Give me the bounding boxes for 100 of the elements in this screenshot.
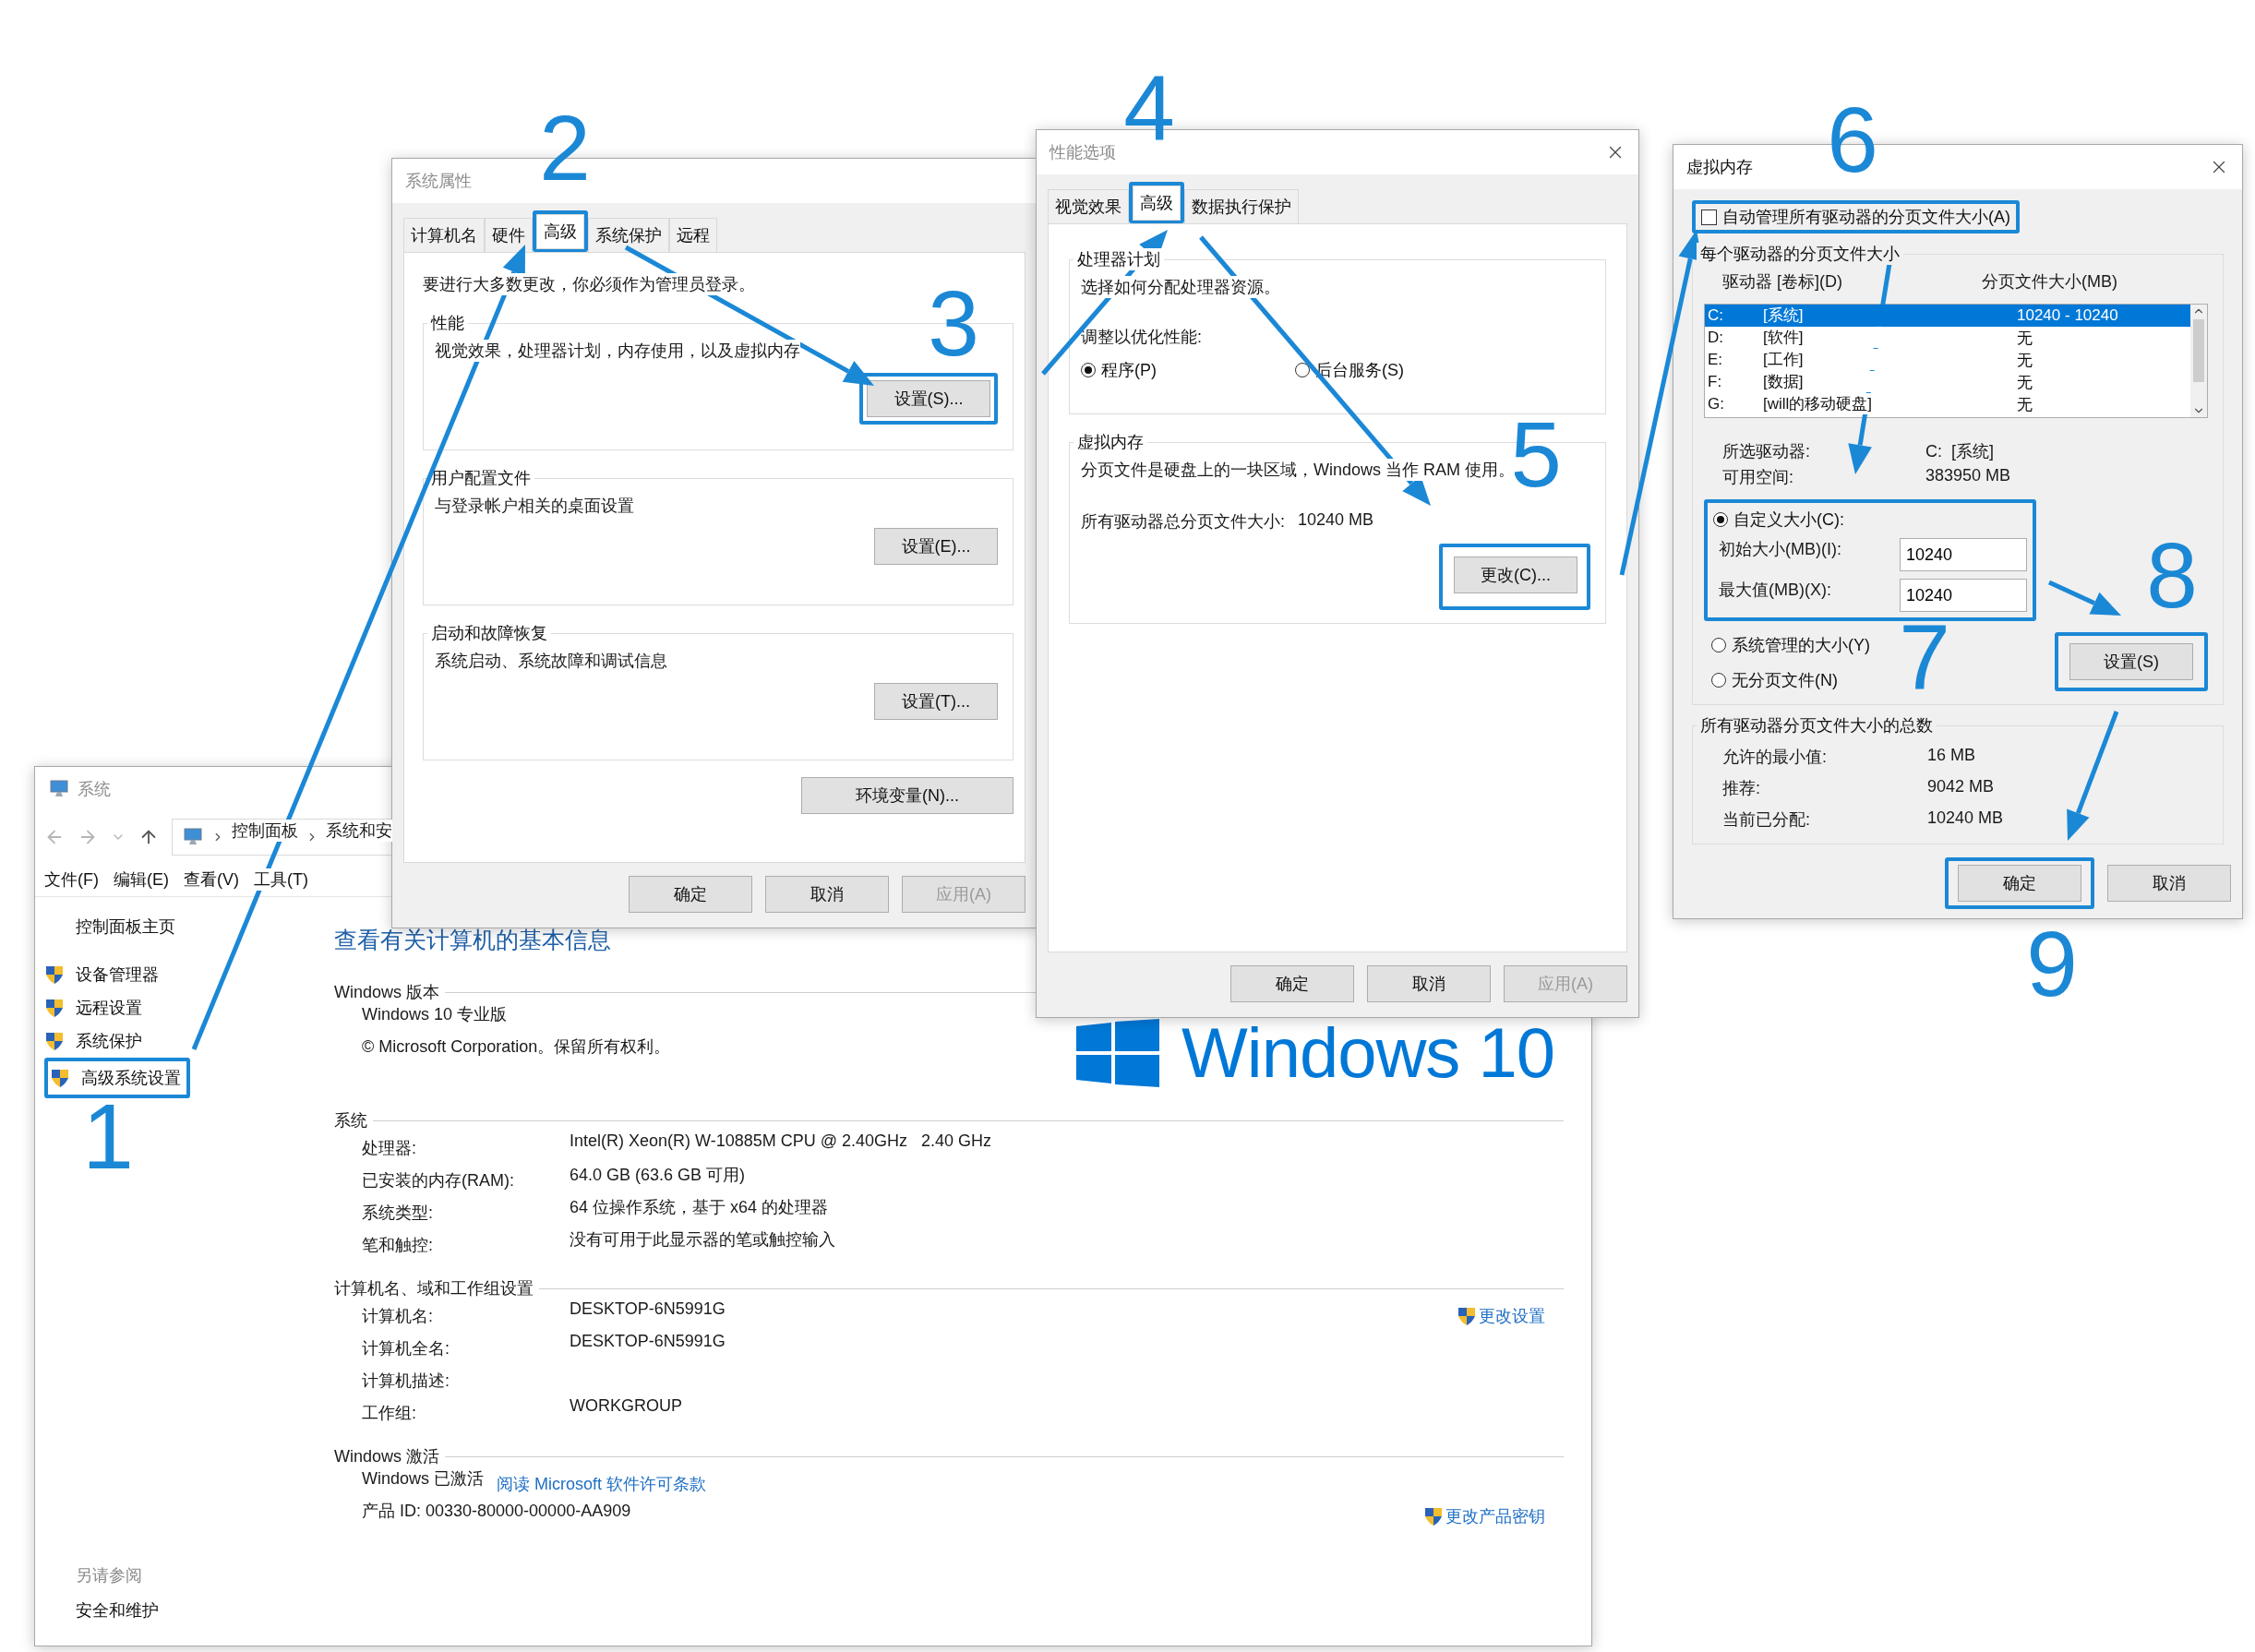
- settings-button[interactable]: 设置(S)...: [867, 380, 990, 417]
- column-header: 分页文件大小(MB): [1982, 271, 2118, 293]
- license-link[interactable]: 阅读 Microsoft 软件许可条款: [497, 1472, 707, 1495]
- shield-icon: [44, 997, 65, 1019]
- dialog-button[interactable]: 确定: [629, 876, 752, 913]
- windows-logo-text: Windows 10: [1181, 1012, 1554, 1093]
- group-title: 性能: [429, 313, 465, 334]
- breadcrumb-item[interactable]: 系统和安: [326, 820, 392, 842]
- field-value: 16 MB: [1927, 746, 1977, 765]
- section-title: 另请参阅: [76, 1565, 142, 1586]
- shield-icon: [50, 1067, 70, 1089]
- dialog-button[interactable]: 取消: [765, 876, 889, 913]
- column-header: 驱动器 [卷标](D): [1722, 271, 1843, 293]
- field-label: 所有驱动器总分页文件大小:: [1081, 511, 1286, 533]
- change-settings-link[interactable]: 更改产品密钥: [1423, 1504, 1545, 1527]
- drive-row[interactable]: C: [系统] 10240 - 10240: [1705, 305, 2190, 327]
- windows-logo-icon: [1076, 1018, 1160, 1087]
- window-title: 系统属性: [405, 171, 472, 192]
- radio-button[interactable]: 系统管理的大小(Y): [1711, 634, 1870, 656]
- field-label: 初始大小(MB)(I):: [1719, 539, 1841, 560]
- field-value: 64 位操作系统，基于 x64 的处理器: [570, 1197, 829, 1218]
- sidebar-link[interactable]: 设备管理器: [44, 958, 334, 991]
- group-description: 与登录帐户相关的桌面设置: [435, 495, 634, 517]
- environment-button[interactable]: 环境变量(N)...: [801, 777, 1014, 814]
- radio-button[interactable]: 无分页文件(N): [1711, 669, 1870, 691]
- field-label: 最大值(MB)(X):: [1719, 580, 1831, 601]
- step-number: 7: [1899, 611, 1950, 703]
- section-title: Windows 版本: [334, 982, 440, 1003]
- info-text: © Microsoft Corporation。保留所有权利。: [362, 1036, 671, 1058]
- dialog-button[interactable]: 取消: [1367, 965, 1491, 1002]
- tab[interactable]: 高级: [1133, 186, 1181, 221]
- computer-icon: [182, 828, 204, 846]
- menu-item[interactable]: 文件(F): [44, 868, 99, 891]
- set-button[interactable]: 设置(S): [2069, 643, 2193, 680]
- drive-letter: E:: [1708, 351, 1724, 369]
- input-field[interactable]: 10240: [1900, 579, 2027, 612]
- field-label: 允许的最小值:: [1722, 747, 1828, 768]
- computer-icon: [48, 780, 70, 798]
- window-title: 虚拟内存: [1686, 157, 1753, 178]
- section-title: Windows 激活: [334, 1446, 440, 1467]
- field-label: 笔和触控:: [362, 1234, 434, 1256]
- group-description: 系统启动、系统故障和调试信息: [435, 650, 667, 672]
- paging-size: 无: [2017, 372, 2033, 393]
- field-label: 当前已分配:: [1722, 809, 1811, 831]
- step-number: 3: [928, 277, 979, 369]
- paging-size: 10240 - 10240: [2017, 306, 2119, 325]
- section-title: 系统: [334, 1110, 367, 1131]
- sidebar-link[interactable]: 系统保护: [44, 1024, 334, 1058]
- window-title: 性能选项: [1050, 142, 1116, 163]
- sidebar-link[interactable]: 控制面板主页: [44, 916, 334, 938]
- shield-icon: [44, 1030, 65, 1052]
- field-value: 383950 MB: [1925, 466, 2012, 485]
- dialog-button[interactable]: 确定: [1958, 865, 2081, 902]
- paging-size: 无: [2017, 394, 2033, 415]
- group-title: 启动和故障恢复: [430, 623, 548, 644]
- shield-icon: [44, 964, 65, 986]
- tab[interactable]: 数据执行保护: [1184, 189, 1299, 224]
- page-heading: 查看有关计算机的基本信息: [334, 926, 612, 954]
- tab[interactable]: 系统保护: [588, 218, 669, 253]
- dialog-button[interactable]: 确定: [1230, 965, 1354, 1002]
- scrollbar[interactable]: [2190, 305, 2207, 417]
- change-settings-link[interactable]: 更改设置: [1457, 1304, 1545, 1327]
- paging-size: 无: [2017, 350, 2033, 371]
- step-number: 8: [2146, 529, 2198, 621]
- radio-button[interactable]: 程序(P): [1081, 359, 1157, 381]
- change-button[interactable]: 更改(C)...: [1454, 557, 1577, 593]
- tab[interactable]: 视觉效果: [1048, 189, 1129, 224]
- info-text: Windows 10 专业版: [362, 1004, 508, 1025]
- step-number: 6: [1827, 93, 1878, 186]
- option-label: 调整以优化性能:: [1081, 327, 1202, 348]
- field-label: 计算机描述:: [362, 1370, 450, 1392]
- settings-button[interactable]: 设置(T)...: [874, 683, 998, 720]
- field-label: 推荐:: [1722, 778, 1761, 799]
- field-label: 所选驱动器:: [1722, 441, 1811, 462]
- menu-item[interactable]: 编辑(E): [114, 868, 169, 891]
- menu-item[interactable]: 查看(V): [184, 868, 239, 891]
- menu-item[interactable]: 工具(T): [254, 868, 308, 891]
- tab[interactable]: 计算机名: [403, 218, 485, 253]
- step-number: 2: [539, 102, 591, 194]
- settings-button[interactable]: 设置(E)...: [874, 528, 998, 565]
- dialog-button[interactable]: 取消: [2107, 865, 2231, 902]
- tab[interactable]: 硬件: [485, 218, 533, 253]
- drive-letter: F:: [1708, 373, 1723, 391]
- tab[interactable]: 远程: [669, 218, 717, 253]
- sidebar-link[interactable]: 远程设置: [44, 991, 334, 1024]
- field-label: 工作组:: [362, 1402, 417, 1424]
- sidebar-link[interactable]: 安全和维护: [76, 1599, 334, 1622]
- radio-button[interactable]: 自定义大小(C):: [1713, 509, 2027, 531]
- field-label: 已安装的内存(RAM):: [362, 1169, 515, 1191]
- input-field[interactable]: 10240: [1900, 538, 2027, 571]
- drive-letter: C:: [1708, 306, 1724, 325]
- drive-letter: D:: [1708, 329, 1724, 347]
- tab[interactable]: 高级: [536, 214, 584, 249]
- field-label: 可用空间:: [1722, 467, 1794, 488]
- field-value: DESKTOP-6N5991G: [570, 1299, 726, 1319]
- checkbox[interactable]: 自动管理所有驱动器的分页文件大小(A): [1701, 206, 2010, 228]
- field-label: 系统类型:: [362, 1202, 434, 1224]
- breadcrumb-item[interactable]: 控制面板: [232, 820, 298, 842]
- group-description: 分页文件是硬盘上的一块区域，Windows 当作 RAM 使用。: [1081, 459, 1516, 481]
- field-value: Intel(R) Xeon(R) W-10885M CPU @ 2.40GHz 2.40 GHz: [570, 1131, 992, 1151]
